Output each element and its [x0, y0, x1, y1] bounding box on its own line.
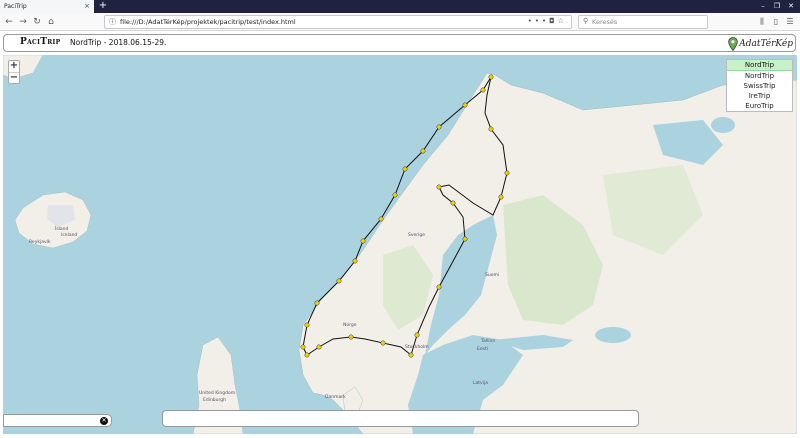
trip-option-swisstrip[interactable]: SwissTrip — [727, 81, 792, 91]
browser-tab-bar: PaciTrip × + – ❐ ✕ — [0, 0, 800, 13]
reload-button[interactable]: ↻ — [31, 15, 43, 29]
map-label-reykjavik: Reykjavík — [29, 240, 51, 245]
tab-close-icon[interactable]: × — [84, 0, 90, 13]
pocket-icon[interactable]: ◘ — [549, 17, 558, 25]
trip-option-eurotrip[interactable]: EuroTrip — [727, 101, 792, 111]
url-bar[interactable]: ⓘ file:///D:/AdatTérKép/projektek/pacitr… — [104, 15, 572, 29]
map-pin-icon — [728, 36, 739, 51]
minimize-button[interactable]: – — [756, 0, 770, 13]
browser-tab[interactable]: PaciTrip × — [0, 0, 94, 13]
map-label-norge: Norge — [343, 323, 357, 328]
map-label-iceland: Ísland — [55, 227, 69, 232]
map-label-danmark: Danmark — [325, 395, 346, 400]
brand-logo[interactable]: AdatTérKép — [728, 36, 793, 51]
zoom-out-button[interactable]: − — [9, 72, 19, 83]
arrow-right-icon: → — [19, 17, 27, 27]
close-window-button[interactable]: ✕ — [784, 0, 798, 13]
map-label-edinburgh: Edinburgh — [203, 398, 226, 403]
zoom-control: + − — [8, 60, 20, 84]
map-label-eesti: Eesti — [477, 347, 488, 352]
tab-title: PaciTrip — [4, 3, 27, 10]
trip-option-nordtrip[interactable]: NordTrip — [727, 71, 792, 81]
map-label-uk: United Kingdom — [199, 391, 236, 396]
back-button[interactable]: ← — [3, 15, 15, 29]
map-view[interactable]: Ísland Iceland Reykjavík Norge Sverige S… — [3, 55, 797, 434]
map-label-tallinn: Tallinn — [481, 339, 496, 344]
url-actions: •••◘☆ — [528, 17, 567, 25]
map-info-box: ✕ — [3, 414, 112, 427]
arrow-left-icon: ← — [5, 17, 13, 27]
brand-text: AdatTérKép — [739, 38, 793, 49]
trip-option-iretrip[interactable]: IreTrip — [727, 91, 792, 101]
route-markers[interactable] — [3, 55, 797, 434]
map-label-iceland-en: Iceland — [61, 233, 78, 238]
trip-title: NordTrip - 2018.06.15-29. — [70, 38, 167, 47]
menu-button[interactable]: ☰ — [784, 15, 796, 29]
bottom-info-panel — [162, 410, 639, 427]
url-text[interactable]: file:///D:/AdatTérKép/projektek/pacitrip… — [120, 17, 296, 28]
map-label-latvija: Latvija — [473, 381, 488, 386]
reload-icon: ↻ — [33, 17, 41, 27]
search-bar[interactable]: ⚲ — [578, 15, 708, 29]
app-logo: PaciTrip — [20, 37, 61, 47]
search-input[interactable] — [592, 17, 704, 27]
bookmark-star-icon[interactable]: ☆ — [558, 17, 567, 25]
app-header: PaciTrip NordTrip - 2018.06.15-29. AdatT… — [3, 34, 796, 52]
search-icon: ⚲ — [583, 17, 589, 25]
info-icon[interactable]: ⓘ — [109, 17, 116, 27]
browser-nav-bar: ← → ↻ ⌂ ⓘ file:///D:/AdatTérKép/projekte… — [0, 13, 800, 31]
home-button[interactable]: ⌂ — [45, 15, 57, 29]
home-icon: ⌂ — [48, 17, 54, 27]
zoom-in-button[interactable]: + — [9, 61, 19, 72]
sidebar-icon: ▯ — [773, 17, 779, 26]
close-icon[interactable]: ✕ — [100, 417, 108, 425]
forward-button[interactable]: → — [17, 15, 29, 29]
trip-selected[interactable]: NordTrip — [727, 60, 792, 71]
menu-icon: ☰ — [786, 17, 794, 26]
new-tab-button[interactable]: + — [98, 0, 108, 13]
trip-selector[interactable]: NordTrip NordTrip SwissTrip IreTrip Euro… — [726, 59, 793, 112]
library-icon: ⫼ — [760, 17, 764, 26]
sidebar-button[interactable]: ▯ — [770, 15, 782, 29]
map-label-suomi: Suomi — [485, 273, 500, 278]
map-label-stockholm: Stockholm — [405, 345, 429, 350]
library-button[interactable]: ⫼ — [756, 15, 768, 29]
maximize-button[interactable]: ❐ — [770, 0, 784, 13]
page-actions-icon[interactable]: ••• — [528, 17, 549, 25]
map-label-sverige: Sverige — [408, 233, 426, 238]
